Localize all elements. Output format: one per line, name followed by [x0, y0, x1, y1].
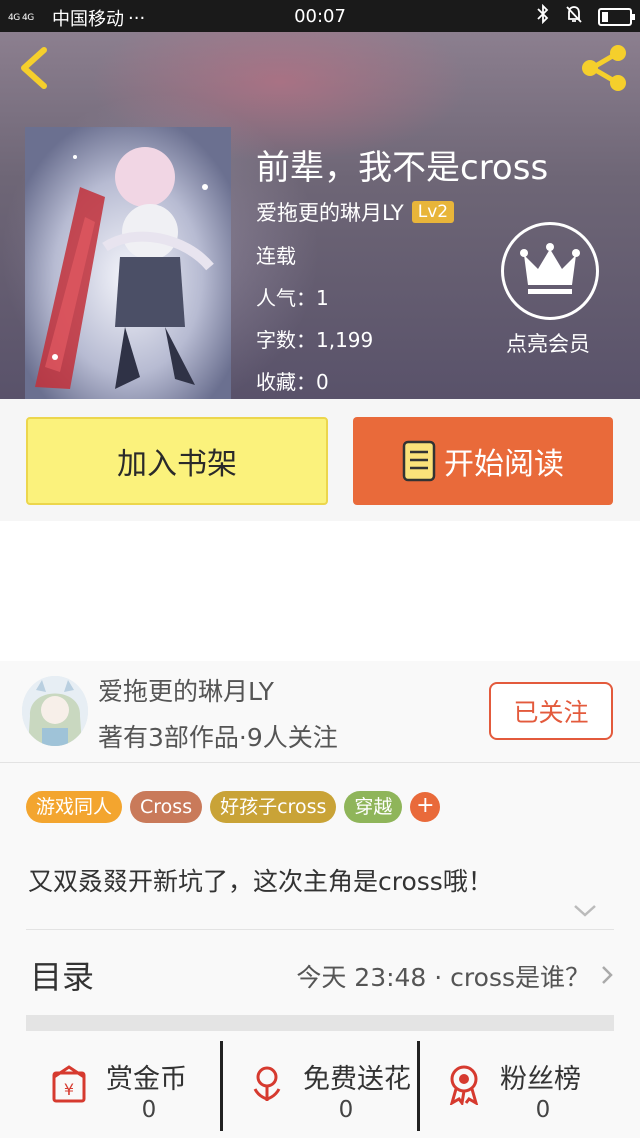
tag-item[interactable]: 好孩子cross	[210, 791, 337, 823]
stat-value: 0	[338, 1097, 354, 1123]
book-cover[interactable]	[25, 127, 231, 399]
battery-icon	[598, 7, 635, 26]
author-name[interactable]: 爱拖更的琳月LY	[98, 672, 274, 708]
tag-item[interactable]: 游戏同人	[26, 791, 123, 823]
status-right	[536, 3, 635, 29]
tag-item[interactable]: Cross	[130, 791, 203, 823]
popularity-count: 人气：1	[256, 286, 329, 310]
add-to-shelf-label: 加入书架	[117, 447, 237, 482]
avatar-illustration	[22, 676, 88, 746]
book-author[interactable]: 爱拖更的琳月LY	[256, 197, 404, 227]
toc-title: 目录	[30, 958, 95, 996]
chevron-down-icon	[574, 905, 596, 917]
tag-list: 游戏同人 Cross 好孩子cross 穿越 +	[26, 791, 441, 823]
serial-status: 连载	[256, 244, 296, 268]
table-of-contents-row[interactable]: 目录 今天 23:48 · cross是谁？	[0, 940, 640, 1010]
author-avatar[interactable]	[22, 676, 88, 746]
blank-area	[0, 521, 640, 661]
cover-illustration	[25, 127, 231, 399]
word-count: 字数：1,199	[256, 328, 374, 352]
author-line: 爱拖更的琳月LY Lv2	[256, 197, 455, 227]
stat-label: 赏金币	[106, 1064, 187, 1095]
latest-chapter: 今天 23:48 · cross是谁？	[296, 963, 590, 992]
stat-value: 0	[535, 1097, 551, 1123]
follow-button[interactable]: 已关注	[489, 682, 613, 740]
back-button[interactable]	[14, 46, 54, 90]
book-icon	[402, 440, 436, 482]
start-reading-label: 开始阅读	[444, 447, 564, 482]
back-arrow-icon	[21, 47, 47, 89]
divider	[26, 929, 614, 930]
book-title: 前辈，我不是cross	[256, 148, 549, 188]
send-flower-button[interactable]: 免费送花 0	[220, 1041, 417, 1131]
vip-button[interactable]: 点亮会员	[500, 222, 600, 358]
share-icon	[582, 45, 626, 91]
support-bar: ¥ 赏金币 0 免费送花 0 粉丝榜 0	[26, 1041, 614, 1131]
crown-icon	[501, 222, 599, 320]
share-button[interactable]	[578, 42, 630, 94]
stat-label: 粉丝榜	[500, 1064, 581, 1095]
tag-item[interactable]: 穿越	[344, 791, 403, 823]
vip-label: 点亮会员	[506, 332, 590, 356]
status-bar: 4G 4G 中国移动 ··· 00:07	[0, 0, 640, 32]
stat-value: 0	[141, 1097, 157, 1123]
action-bar: 加入书架 开始阅读	[0, 399, 640, 521]
bluetooth-icon	[536, 3, 550, 29]
add-to-shelf-button[interactable]: 加入书架	[26, 417, 328, 505]
author-stats: 著有3部作品·9人关注	[98, 723, 338, 752]
book-header: 前辈，我不是cross 爱拖更的琳月LY Lv2 连载 人气：1 字数：1,19…	[0, 32, 640, 399]
divider	[0, 762, 640, 763]
mute-bell-icon	[564, 4, 584, 29]
fan-ranking-button[interactable]: 粉丝榜 0	[417, 1041, 614, 1131]
stat-label: 免费送花	[303, 1064, 411, 1095]
add-tag-button[interactable]: +	[410, 792, 441, 822]
book-description: 又双叒叕开新坑了，这次主角是cross哦！	[28, 867, 493, 896]
reward-coins-button[interactable]: ¥ 赏金币 0	[26, 1041, 220, 1131]
section-gap	[26, 1015, 614, 1031]
level-badge: Lv2	[411, 201, 455, 223]
follow-label: 已关注	[513, 698, 589, 727]
battery-level	[602, 11, 608, 22]
chevron-right-icon	[602, 966, 613, 984]
favorites-count: 收藏：0	[256, 370, 329, 394]
start-reading-button[interactable]: 开始阅读	[353, 417, 613, 505]
expand-button[interactable]	[572, 902, 598, 920]
